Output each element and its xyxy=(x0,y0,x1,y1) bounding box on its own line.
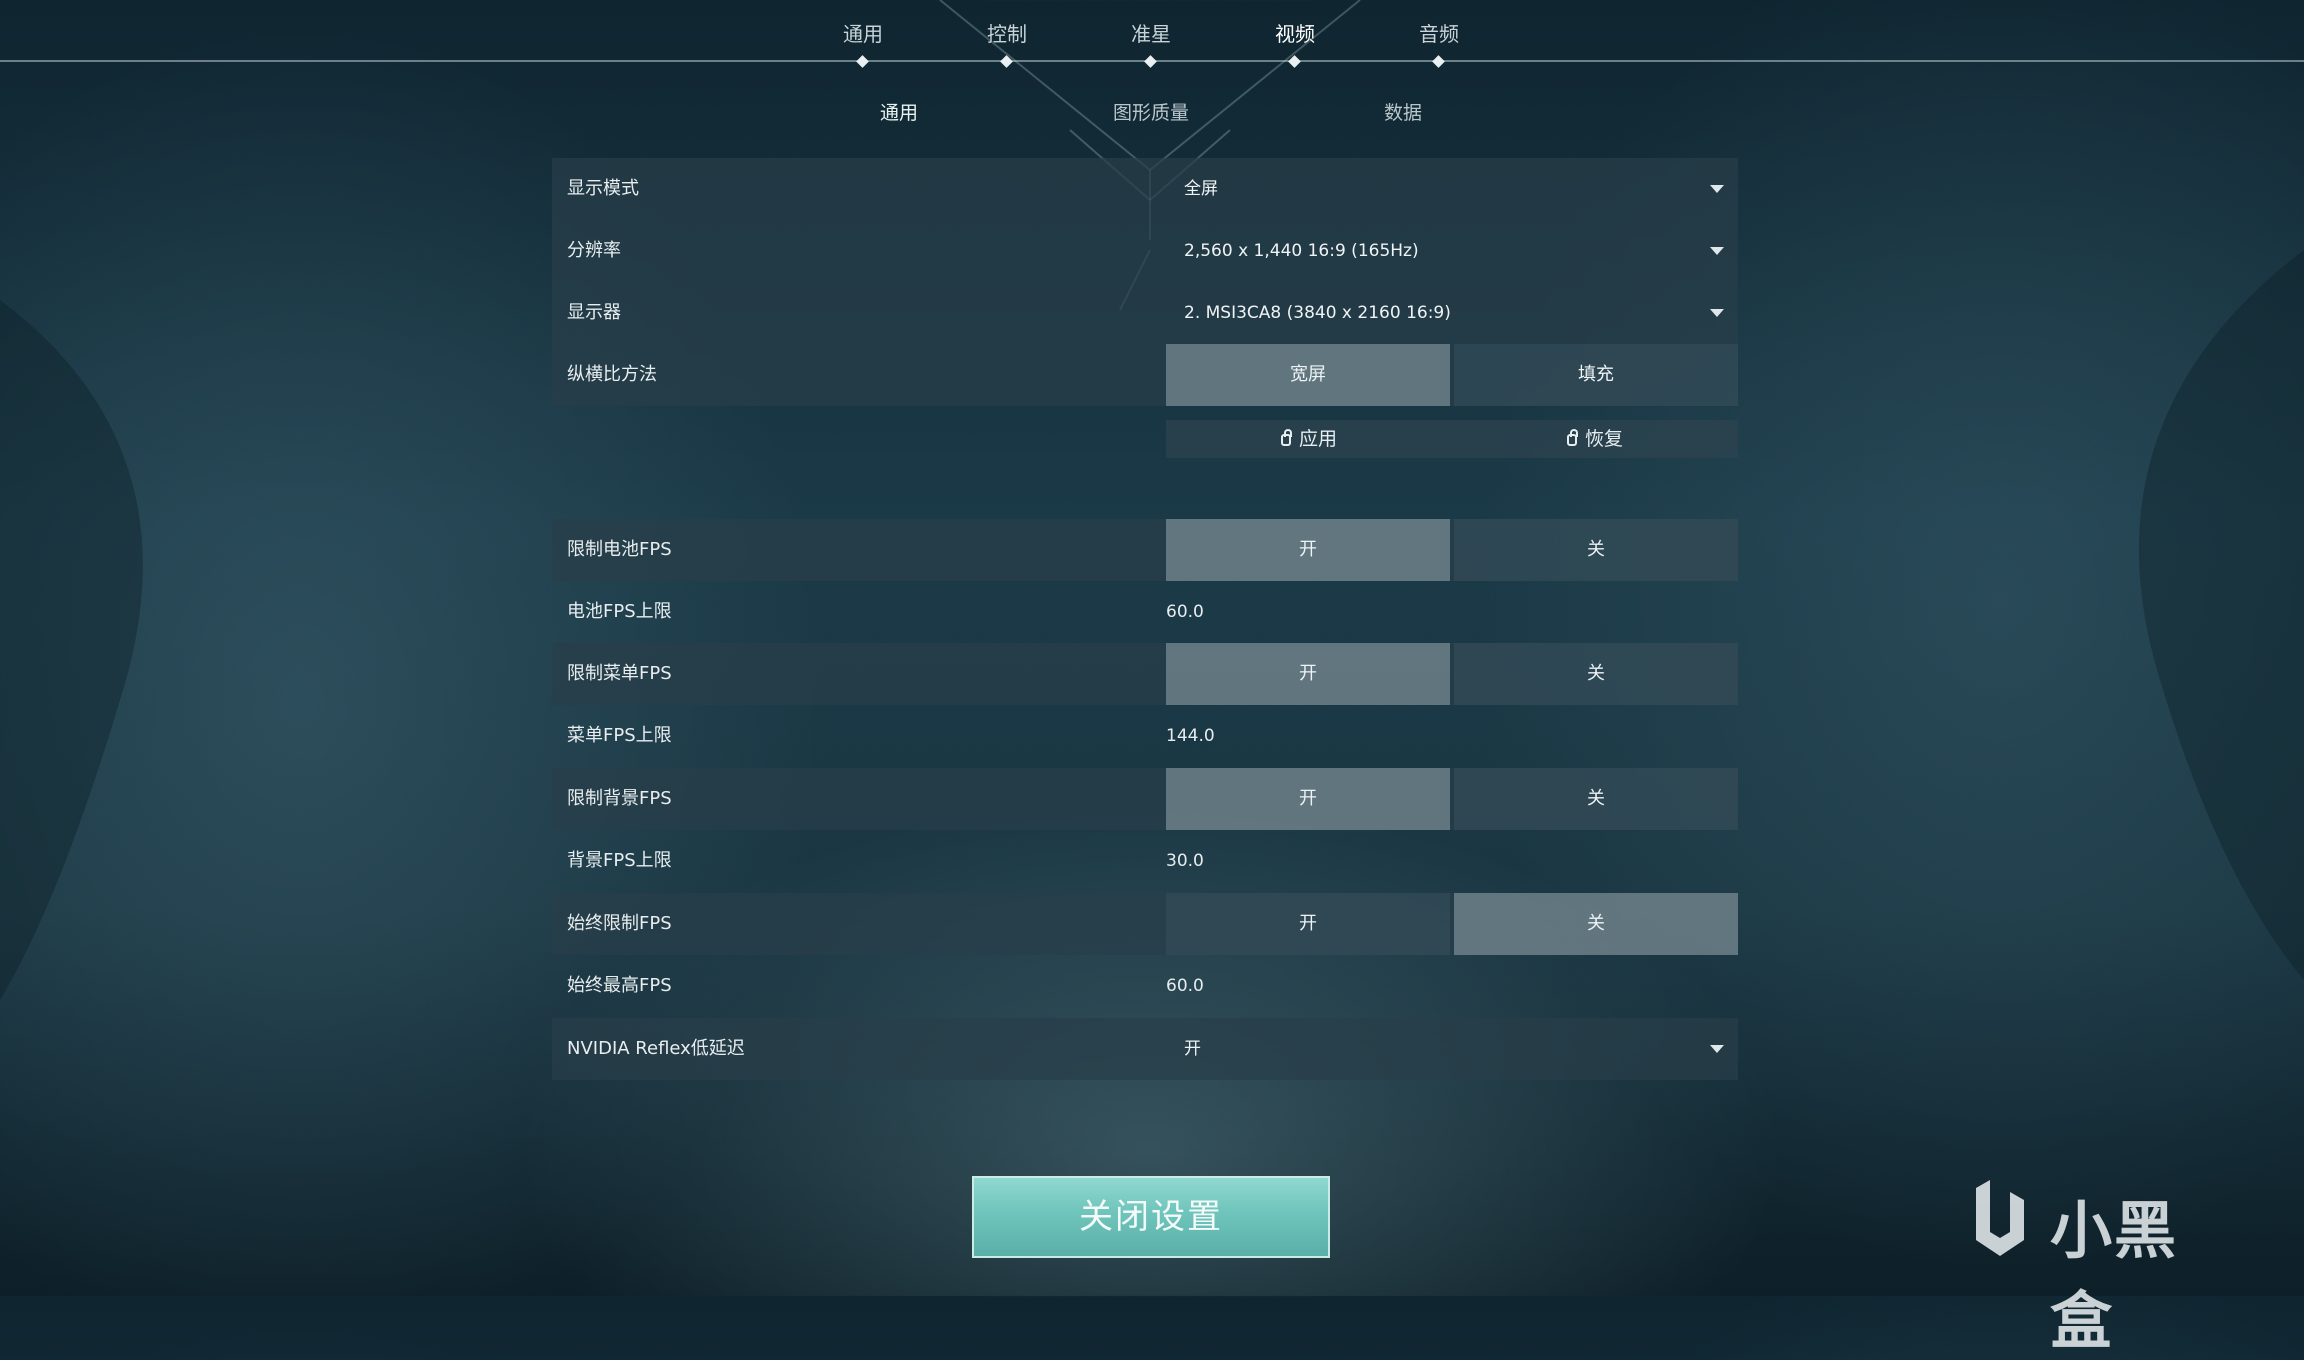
setting-label: 分辨率 xyxy=(567,240,621,261)
limit-menu-fps-off-button[interactable]: 关 xyxy=(1454,643,1738,705)
setting-label: 纵横比方法 xyxy=(567,364,657,385)
limit-background-fps-off-button[interactable]: 关 xyxy=(1454,768,1738,830)
resolution-dropdown[interactable]: 2,560 x 1,440 16:9 (165Hz) xyxy=(1166,220,1738,282)
chevron-down-icon xyxy=(1710,247,1724,255)
setting-resolution: 分辨率 2,560 x 1,440 16:9 (165Hz) xyxy=(552,220,1738,282)
sub-tab-bar: 通用 图形质量 数据 xyxy=(0,98,2304,128)
close-settings-button[interactable]: 关闭设置 xyxy=(972,1176,1330,1258)
setting-aspect-method: 纵横比方法 宽屏 填充 xyxy=(552,344,1738,406)
setting-display-mode: 显示模式 全屏 xyxy=(552,158,1738,220)
setting-label: 显示模式 xyxy=(567,178,639,199)
setting-nvidia-reflex: NVIDIA Reflex低延迟 开 xyxy=(552,1018,1738,1080)
dropdown-value: 2. MSI3CA8 (3840 x 2160 16:9) xyxy=(1184,303,1451,323)
always-limit-fps-on-button[interactable]: 开 xyxy=(1166,893,1450,955)
tab-indicator-diamond xyxy=(856,55,869,68)
apply-label: 应用 xyxy=(1298,428,1337,450)
subtab-graphics-quality[interactable]: 图形质量 xyxy=(1071,98,1231,125)
monitor-dropdown[interactable]: 2. MSI3CA8 (3840 x 2160 16:9) xyxy=(1166,282,1738,344)
setting-label: 限制菜单FPS xyxy=(567,663,672,684)
limit-menu-fps-on-button[interactable]: 开 xyxy=(1166,643,1450,705)
tab-label: 准星 xyxy=(1131,22,1171,46)
xiaoheihe-watermark: 小黑盒 xyxy=(1958,1170,2238,1357)
apply-restore-bar: 应用 恢复 xyxy=(1166,420,1738,458)
setting-label: 限制电池FPS xyxy=(567,539,672,560)
lock-icon xyxy=(1566,429,1578,446)
tab-audio[interactable]: 音频 xyxy=(1379,18,1499,68)
chevron-down-icon xyxy=(1710,185,1724,193)
limit-battery-fps-off-button[interactable]: 关 xyxy=(1454,519,1738,581)
tab-crosshair[interactable]: 准星 xyxy=(1091,18,1211,68)
tab-indicator-diamond xyxy=(1144,55,1157,68)
tab-label: 控制 xyxy=(987,22,1027,46)
top-tab-bar: 通用 控制 准星 视频 音频 xyxy=(0,0,2304,70)
chevron-down-icon xyxy=(1710,309,1724,317)
limit-background-fps-on-button[interactable]: 开 xyxy=(1166,768,1450,830)
tab-indicator-diamond xyxy=(1000,55,1013,68)
setting-label: 显示器 xyxy=(567,302,621,323)
tab-label: 视频 xyxy=(1275,22,1315,46)
menu-fps-max-value[interactable]: 144.0 xyxy=(1166,705,1215,767)
restore-button[interactable]: 恢复 xyxy=(1452,420,1738,458)
apply-button[interactable]: 应用 xyxy=(1166,420,1452,458)
dropdown-value: 全屏 xyxy=(1184,179,1218,199)
always-limit-fps-off-button[interactable]: 关 xyxy=(1454,893,1738,955)
aspect-widescreen-button[interactable]: 宽屏 xyxy=(1166,344,1450,406)
setting-monitor: 显示器 2. MSI3CA8 (3840 x 2160 16:9) xyxy=(552,282,1738,344)
chevron-down-icon xyxy=(1710,1045,1724,1053)
nvidia-reflex-dropdown[interactable]: 开 xyxy=(1166,1018,1738,1080)
battery-fps-max-value[interactable]: 60.0 xyxy=(1166,581,1204,643)
setting-limit-menu-fps: 限制菜单FPS 开 关 xyxy=(552,643,1738,705)
tab-label: 音频 xyxy=(1419,22,1459,46)
setting-limit-battery-fps: 限制电池FPS 开 关 xyxy=(552,519,1738,581)
display-mode-dropdown[interactable]: 全屏 xyxy=(1166,158,1738,220)
setting-always-max-fps: 始终最高FPS 60.0 xyxy=(552,955,1738,1017)
setting-label: 电池FPS上限 xyxy=(567,601,672,622)
tab-controls[interactable]: 控制 xyxy=(947,18,1067,68)
subtab-stats[interactable]: 数据 xyxy=(1323,98,1483,125)
setting-always-limit-fps: 始终限制FPS 开 关 xyxy=(552,893,1738,955)
setting-label: 背景FPS上限 xyxy=(567,850,672,871)
watermark-text: 小黑盒 xyxy=(2050,1194,2179,1357)
limit-battery-fps-on-button[interactable]: 开 xyxy=(1166,519,1450,581)
tab-label: 通用 xyxy=(843,22,883,46)
setting-label: 始终最高FPS xyxy=(567,975,672,996)
tab-video[interactable]: 视频 xyxy=(1235,18,1355,68)
restore-label: 恢复 xyxy=(1584,428,1623,450)
always-max-fps-value[interactable]: 60.0 xyxy=(1166,955,1204,1017)
dropdown-value: 2,560 x 1,440 16:9 (165Hz) xyxy=(1184,241,1419,261)
xiaoheihe-logo-icon xyxy=(1976,1180,2024,1256)
aspect-fill-button[interactable]: 填充 xyxy=(1454,344,1738,406)
subtab-general[interactable]: 通用 xyxy=(819,98,979,125)
setting-label: 限制背景FPS xyxy=(567,788,672,809)
tab-general[interactable]: 通用 xyxy=(803,18,923,68)
tab-indicator-diamond xyxy=(1288,55,1301,68)
background-fps-max-value[interactable]: 30.0 xyxy=(1166,830,1204,892)
setting-menu-fps-max: 菜单FPS上限 144.0 xyxy=(552,705,1738,767)
setting-limit-background-fps: 限制背景FPS 开 关 xyxy=(552,768,1738,830)
setting-label: 始终限制FPS xyxy=(567,913,672,934)
setting-label: 菜单FPS上限 xyxy=(567,725,672,746)
setting-background-fps-max: 背景FPS上限 30.0 xyxy=(552,830,1738,892)
setting-label: NVIDIA Reflex低延迟 xyxy=(567,1038,745,1059)
lock-icon xyxy=(1280,429,1292,446)
tab-indicator-diamond xyxy=(1432,55,1445,68)
dropdown-value: 开 xyxy=(1184,1039,1201,1059)
setting-battery-fps-max: 电池FPS上限 60.0 xyxy=(552,581,1738,643)
